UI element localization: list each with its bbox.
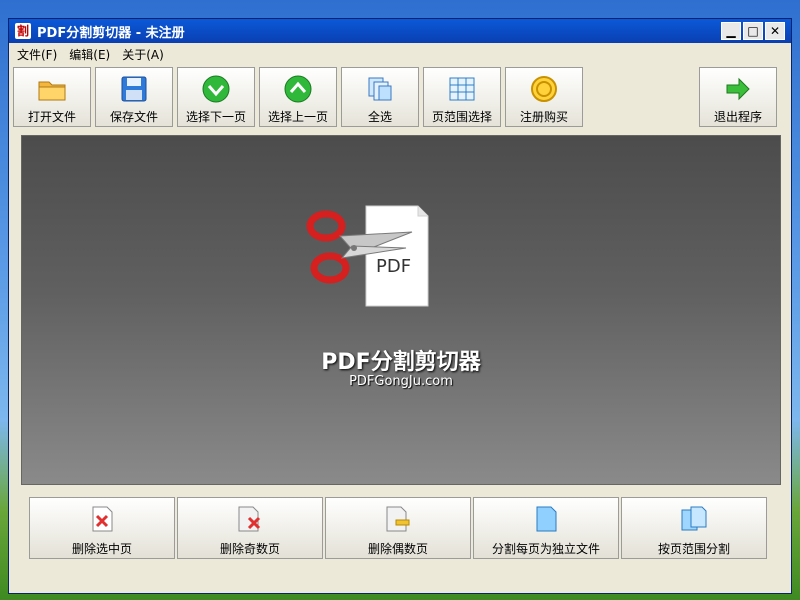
minimize-button[interactable]: ▁ xyxy=(721,22,741,40)
gold-coin-icon xyxy=(531,76,557,102)
select-all-label: 全选 xyxy=(367,110,392,124)
exit-program-button[interactable]: 退出程序 xyxy=(699,67,777,127)
delete-odd-pages-label: 删除奇数页 xyxy=(219,542,280,556)
delete-selected-page-label: 删除选中页 xyxy=(71,542,132,556)
pdf-label: PDF xyxy=(376,256,411,277)
delete-even-pages-label: 删除偶数页 xyxy=(367,542,428,556)
split-each-page-button[interactable]: 分割每页为独立文件 xyxy=(473,497,619,559)
split-range-pages-icon xyxy=(681,506,707,531)
maximize-button[interactable]: □ xyxy=(743,22,763,40)
page-range-grid-icon xyxy=(449,77,475,101)
split-by-range-label: 按页范围分割 xyxy=(657,542,730,556)
open-file-button[interactable]: 打开文件 xyxy=(13,67,91,127)
split-by-range-button[interactable]: 按页范围分割 xyxy=(621,497,767,559)
split-each-page-label: 分割每页为独立文件 xyxy=(491,542,600,556)
delete-odd-pages-icon xyxy=(238,506,261,532)
exit-program-label: 退出程序 xyxy=(713,110,762,124)
delete-even-pages-icon xyxy=(386,506,410,532)
select-all-button[interactable]: 全选 xyxy=(341,67,419,127)
green-down-arrow-icon xyxy=(202,75,230,103)
delete-selected-page-button[interactable]: 删除选中页 xyxy=(29,497,175,559)
select-prev-page-button[interactable]: 选择上一页 xyxy=(259,67,337,127)
menu-bar: 文件(F) 编辑(E) 关于(A) xyxy=(9,43,791,65)
delete-even-pages-button[interactable]: 删除偶数页 xyxy=(325,497,471,559)
select-next-page-button[interactable]: 选择下一页 xyxy=(177,67,255,127)
product-url: PDFGongJu.com xyxy=(349,374,453,389)
bottom-action-bar: 删除选中页 删除奇数页 删除偶数页 分割每页为独立文件 按页范围分割 xyxy=(29,497,769,561)
green-up-arrow-icon xyxy=(284,75,312,103)
product-name: PDF分割剪切器 xyxy=(321,350,481,375)
exit-arrow-icon xyxy=(726,77,750,101)
register-purchase-button[interactable]: 注册购买 xyxy=(505,67,583,127)
app-icon: 割 xyxy=(15,23,31,39)
split-page-icon xyxy=(536,506,557,532)
register-purchase-label: 注册购买 xyxy=(519,110,568,124)
delete-odd-pages-button[interactable]: 删除奇数页 xyxy=(177,497,323,559)
window-title: PDF分割剪切器 - 未注册 xyxy=(37,25,185,41)
folder-icon xyxy=(38,81,66,101)
page-range-select-button[interactable]: 页范围选择 xyxy=(423,67,501,127)
select-all-pages-icon xyxy=(368,77,392,101)
floppy-disk-icon xyxy=(121,76,147,102)
splash-panel: PDF PDF分割剪切器 PDFGongJu.com xyxy=(21,135,781,485)
select-prev-page-label: 选择上一页 xyxy=(267,110,328,124)
delete-page-icon xyxy=(92,506,113,532)
close-button[interactable]: ✕ xyxy=(765,22,785,40)
menu-file[interactable]: 文件(F) xyxy=(17,46,57,63)
app-window: 割 PDF分割剪切器 - 未注册 ▁ □ ✕ 文件(F) 编辑(E) 关于(A)… xyxy=(8,18,792,594)
menu-about[interactable]: 关于(A) xyxy=(122,46,164,63)
save-file-button[interactable]: 保存文件 xyxy=(95,67,173,127)
toolbar: 打开文件 保存文件 选择下一页 选择上一页 全选 页范围选择 注册购买 退出程序 xyxy=(13,67,789,129)
page-range-select-label: 页范围选择 xyxy=(431,110,492,124)
save-file-label: 保存文件 xyxy=(109,110,158,124)
select-next-page-label: 选择下一页 xyxy=(185,110,246,124)
scissors-pdf-logo: PDF xyxy=(306,205,429,307)
open-file-label: 打开文件 xyxy=(27,110,76,124)
title-bar[interactable]: 割 PDF分割剪切器 - 未注册 ▁ □ ✕ xyxy=(9,19,791,43)
menu-edit[interactable]: 编辑(E) xyxy=(69,46,110,63)
